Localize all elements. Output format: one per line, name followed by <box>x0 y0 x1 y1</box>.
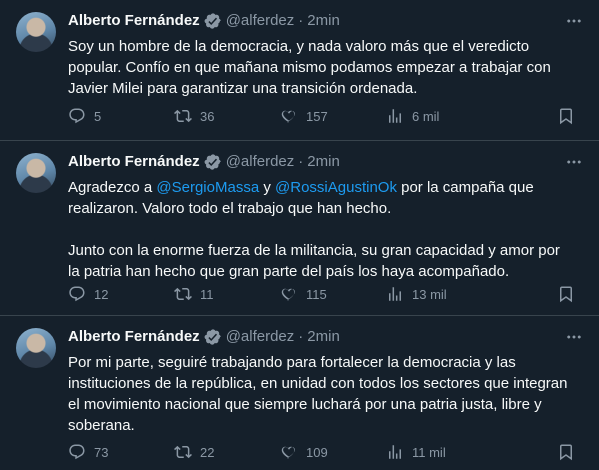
separator-dot: · <box>298 153 304 170</box>
like-icon <box>280 285 298 303</box>
reply-button[interactable]: 5 <box>68 107 101 125</box>
views-icon <box>386 107 404 125</box>
tweet-actions: 12 11 115 13 mil <box>68 282 578 306</box>
views-count: 11 mil <box>412 444 446 460</box>
author-name[interactable]: Alberto Fernández <box>68 11 200 31</box>
reply-icon <box>68 443 86 461</box>
retweet-icon <box>174 285 192 303</box>
reply-count: 73 <box>94 444 109 460</box>
more-options-icon[interactable] <box>563 326 585 348</box>
separator-dot: · <box>298 328 304 345</box>
tweet[interactable]: Alberto Fernández @alferdez · 2min Soy u… <box>0 0 599 141</box>
retweet-icon <box>174 107 192 125</box>
tweet-paragraph: Por mi parte, seguiré trabajando para fo… <box>68 354 568 434</box>
share-button[interactable] <box>557 443 575 461</box>
timestamp[interactable]: 2min <box>307 11 340 31</box>
author-name[interactable]: Alberto Fernández <box>68 152 200 172</box>
tweet-text: Agradezco a @SergioMassa y @RossiAgustin… <box>68 177 573 282</box>
like-button[interactable]: 157 <box>280 107 328 125</box>
reply-count: 5 <box>94 108 102 124</box>
like-icon <box>280 443 298 461</box>
verified-badge-icon <box>204 12 222 30</box>
like-count: 109 <box>306 444 328 460</box>
views-button[interactable]: 6 mil <box>386 107 439 125</box>
retweet-count: 11 <box>200 286 214 302</box>
views-count: 13 mil <box>412 286 447 302</box>
like-count: 157 <box>306 108 328 124</box>
tweet-text: Por mi parte, seguiré trabajando para fo… <box>68 352 573 436</box>
timestamp[interactable]: 2min <box>307 152 340 172</box>
like-icon <box>280 107 298 125</box>
retweet-button[interactable]: 22 <box>174 443 214 461</box>
share-icon <box>557 285 575 303</box>
tweet-paragraph: Soy un hombre de la democracia, y nada v… <box>68 38 551 97</box>
mention-link[interactable]: @RossiAgustinOk <box>275 179 397 196</box>
reply-button[interactable]: 12 <box>68 285 108 303</box>
timestamp[interactable]: 2min <box>307 327 340 347</box>
mention-link[interactable]: @SergioMassa <box>156 179 259 196</box>
views-icon <box>386 443 404 461</box>
tweet-actions: 73 22 109 11 mil <box>68 440 578 464</box>
tweet-header: Alberto Fernández @alferdez · 2min <box>68 11 340 31</box>
author-name[interactable]: Alberto Fernández <box>68 327 200 347</box>
like-button[interactable]: 115 <box>280 285 327 303</box>
author-handle[interactable]: @alferdez <box>226 152 295 172</box>
views-button[interactable]: 11 mil <box>386 443 446 461</box>
views-count: 6 mil <box>412 108 440 124</box>
tweet-header: Alberto Fernández @alferdez · 2min <box>68 327 340 347</box>
verified-badge-icon <box>204 153 222 171</box>
tweet-paragraph: Junto con la enorme fuerza de la militan… <box>68 242 560 280</box>
separator-dot: · <box>298 12 304 29</box>
retweet-count: 22 <box>200 444 215 460</box>
tweet-actions: 5 36 157 6 mil <box>68 104 578 128</box>
views-button[interactable]: 13 mil <box>386 285 447 303</box>
text-segment: Agradezco a <box>68 179 157 196</box>
retweet-button[interactable]: 11 <box>174 285 214 303</box>
text-segment: y <box>259 179 276 196</box>
share-icon <box>557 107 575 125</box>
reply-button[interactable]: 73 <box>68 443 108 461</box>
retweet-button[interactable]: 36 <box>174 107 214 125</box>
avatar[interactable] <box>16 12 56 52</box>
tweet-header: Alberto Fernández @alferdez · 2min <box>68 152 340 172</box>
tweet[interactable]: Alberto Fernández @alferdez · 2min Por m… <box>0 316 599 470</box>
more-options-icon[interactable] <box>563 151 585 173</box>
tweet-paragraph: Agradezco a @SergioMassa y @RossiAgustin… <box>68 177 573 219</box>
avatar[interactable] <box>16 328 56 368</box>
author-handle[interactable]: @alferdez <box>226 327 295 347</box>
reply-count: 12 <box>94 286 109 302</box>
views-icon <box>386 285 404 303</box>
avatar[interactable] <box>16 153 56 193</box>
like-button[interactable]: 109 <box>280 443 328 461</box>
tweet-text: Soy un hombre de la democracia, y nada v… <box>68 36 573 99</box>
reply-icon <box>68 285 86 303</box>
reply-icon <box>68 107 86 125</box>
like-count: 115 <box>306 286 327 302</box>
share-icon <box>557 443 575 461</box>
retweet-icon <box>174 443 192 461</box>
share-button[interactable] <box>557 285 575 303</box>
tweet[interactable]: Alberto Fernández @alferdez · 2min Agrad… <box>0 141 599 316</box>
author-handle[interactable]: @alferdez <box>226 11 295 31</box>
retweet-count: 36 <box>200 108 215 124</box>
share-button[interactable] <box>557 107 575 125</box>
more-options-icon[interactable] <box>563 10 585 32</box>
verified-badge-icon <box>204 328 222 346</box>
